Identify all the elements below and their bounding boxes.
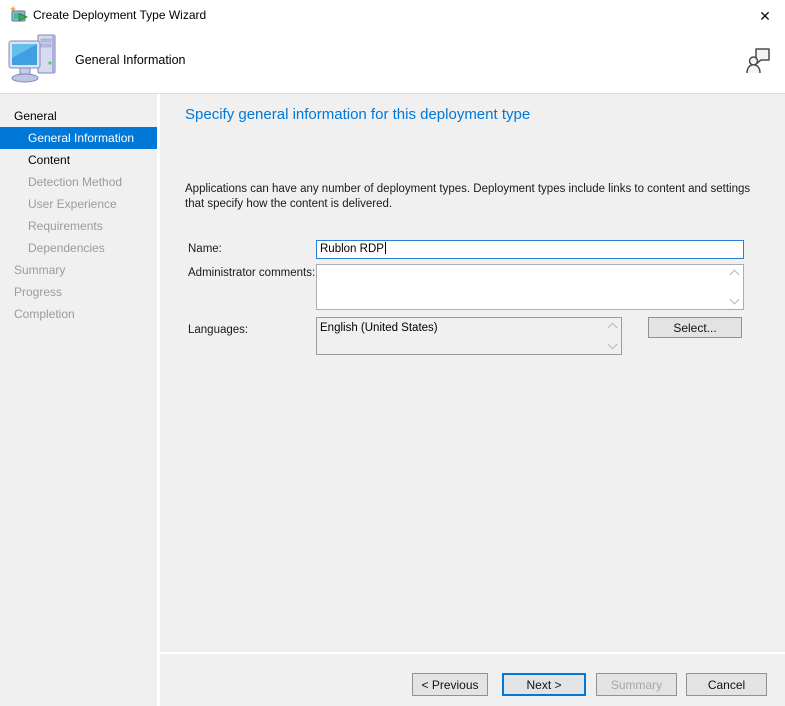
- sidebar-item-dependencies: Dependencies: [0, 237, 157, 259]
- admin-comments-label: Administrator comments:: [188, 267, 315, 279]
- chevron-up-icon: [730, 270, 740, 280]
- sidebar-item-user-experience: User Experience: [0, 193, 157, 215]
- sidebar-item-content[interactable]: Content: [0, 149, 157, 171]
- text-caret: [385, 242, 386, 254]
- summary-button: Summary: [596, 673, 677, 696]
- languages-list[interactable]: English (United States): [316, 317, 622, 355]
- sidebar-item-general[interactable]: General: [0, 105, 157, 127]
- cancel-button[interactable]: Cancel: [686, 673, 767, 696]
- languages-value: English (United States): [320, 322, 438, 334]
- sidebar-item-summary: Summary: [0, 259, 157, 281]
- select-languages-button[interactable]: Select...: [648, 317, 742, 338]
- sidebar-item-completion: Completion: [0, 303, 157, 325]
- chevron-up-icon: [608, 323, 618, 333]
- header-title: General Information: [75, 30, 185, 90]
- page-description: Applications can have any number of depl…: [185, 182, 751, 212]
- wizard-page: Specify general information for this dep…: [160, 94, 785, 706]
- name-input[interactable]: Rublon RDP: [316, 240, 744, 259]
- window-title: Create Deployment Type Wizard: [33, 0, 206, 30]
- wizard-header: General Information: [0, 30, 785, 94]
- page-title: Specify general information for this dep…: [185, 106, 530, 123]
- titlebar: Create Deployment Type Wizard ✕: [0, 0, 785, 30]
- footer-divider: [160, 652, 785, 654]
- sidebar-item-requirements: Requirements: [0, 215, 157, 237]
- languages-label: Languages:: [188, 324, 248, 336]
- computer-icon: [8, 34, 62, 84]
- close-icon[interactable]: ✕: [751, 2, 779, 28]
- name-input-value: Rublon RDP: [320, 243, 384, 255]
- chevron-down-icon: [608, 340, 618, 350]
- name-label: Name:: [188, 243, 222, 255]
- wizard-app-icon: [10, 6, 29, 25]
- sidebar-item-general-information[interactable]: General Information: [0, 127, 157, 149]
- next-button[interactable]: Next >: [502, 673, 586, 696]
- chevron-down-icon: [730, 295, 740, 305]
- previous-button[interactable]: < Previous: [412, 673, 488, 696]
- sidebar-item-detection-method: Detection Method: [0, 171, 157, 193]
- wizard-steps-sidebar: General General Information Content Dete…: [0, 94, 157, 706]
- admin-comments-input[interactable]: [316, 264, 744, 310]
- wizard-window: Create Deployment Type Wizard ✕ General …: [0, 0, 785, 706]
- feedback-person-icon[interactable]: [746, 47, 771, 74]
- sidebar-item-progress: Progress: [0, 281, 157, 303]
